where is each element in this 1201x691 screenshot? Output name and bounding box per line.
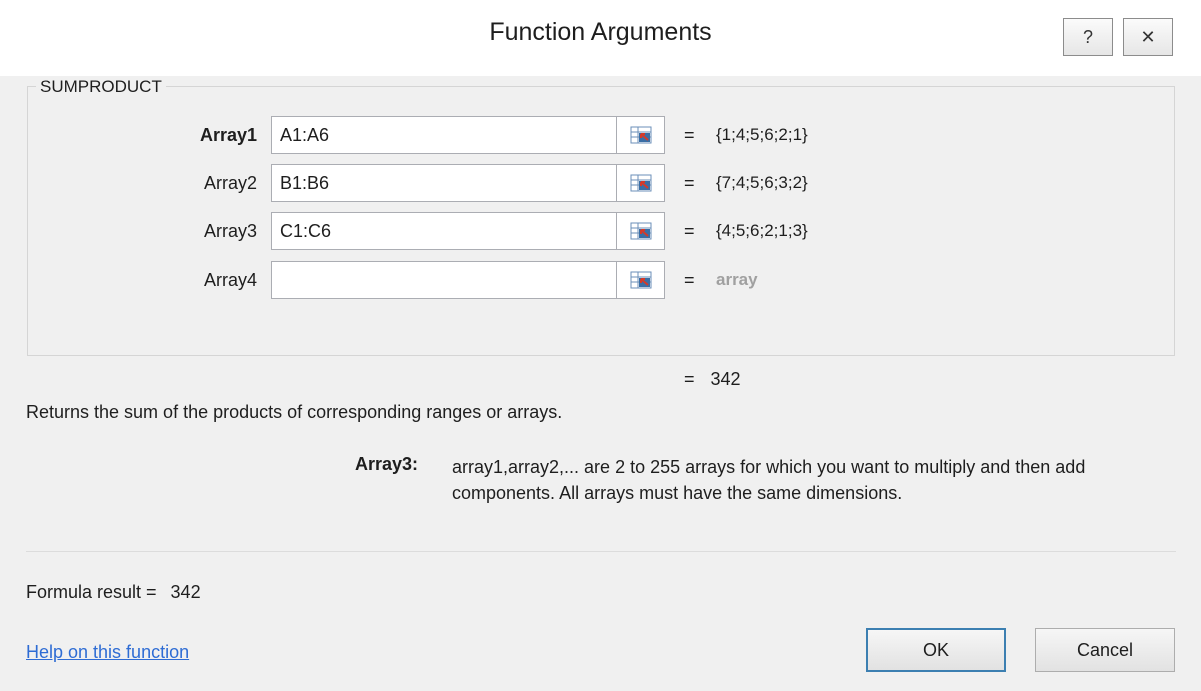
array2-input[interactable] <box>271 164 617 202</box>
help-link[interactable]: Help on this function <box>26 642 189 663</box>
dialog-title: Function Arguments <box>489 18 712 46</box>
formula-result-label: Formula result = <box>26 582 157 602</box>
argument-help-name: Array3: <box>355 454 419 474</box>
divider <box>26 551 1176 552</box>
function-name: SUMPRODUCT <box>36 77 166 97</box>
argument-label: Array4 <box>203 270 257 290</box>
array1-range-button[interactable] <box>617 116 665 154</box>
argument-label: Array1 <box>199 125 257 145</box>
array1-input[interactable] <box>271 116 617 154</box>
argument-result: {1;4;5;6;2;1} <box>716 125 808 144</box>
argument-result: {4;5;6;2;1;3} <box>716 221 808 240</box>
cancel-button[interactable]: Cancel <box>1035 628 1175 672</box>
function-description: Returns the sum of the products of corre… <box>26 402 563 422</box>
function-result: = 342 <box>684 369 741 390</box>
ok-button[interactable]: OK <box>866 628 1006 672</box>
equals-sign: = <box>684 221 695 241</box>
argument-label: Array2 <box>203 173 257 193</box>
array4-range-button[interactable] <box>617 261 665 299</box>
array2-range-button[interactable] <box>617 164 665 202</box>
formula-result-value: 342 <box>170 582 201 602</box>
array3-range-button[interactable] <box>617 212 665 250</box>
close-icon: ✕ <box>1140 26 1156 47</box>
array4-input[interactable] <box>271 261 617 299</box>
collapse-dialog-icon <box>630 222 651 240</box>
collapse-dialog-icon <box>630 271 651 289</box>
help-button[interactable]: ? <box>1063 18 1113 56</box>
result-value: 342 <box>710 369 741 389</box>
array3-input[interactable] <box>271 212 617 250</box>
close-button[interactable]: ✕ <box>1123 18 1173 56</box>
collapse-dialog-icon <box>630 174 651 192</box>
argument-result: {7;4;5;6;3;2} <box>716 173 808 192</box>
formula-result: Formula result = 342 <box>26 582 201 603</box>
collapse-dialog-icon <box>630 126 651 144</box>
title-bar: Function Arguments ? ✕ <box>0 0 1201 76</box>
equals-sign: = <box>684 125 695 145</box>
equals-sign: = <box>684 173 695 193</box>
argument-placeholder: array <box>716 270 758 289</box>
equals-sign: = <box>684 270 695 290</box>
result-equals: = <box>684 369 695 389</box>
argument-help-text: array1,array2,... are 2 to 255 arrays fo… <box>452 457 1086 503</box>
argument-label: Array3 <box>203 221 257 241</box>
help-icon: ? <box>1082 26 1093 47</box>
